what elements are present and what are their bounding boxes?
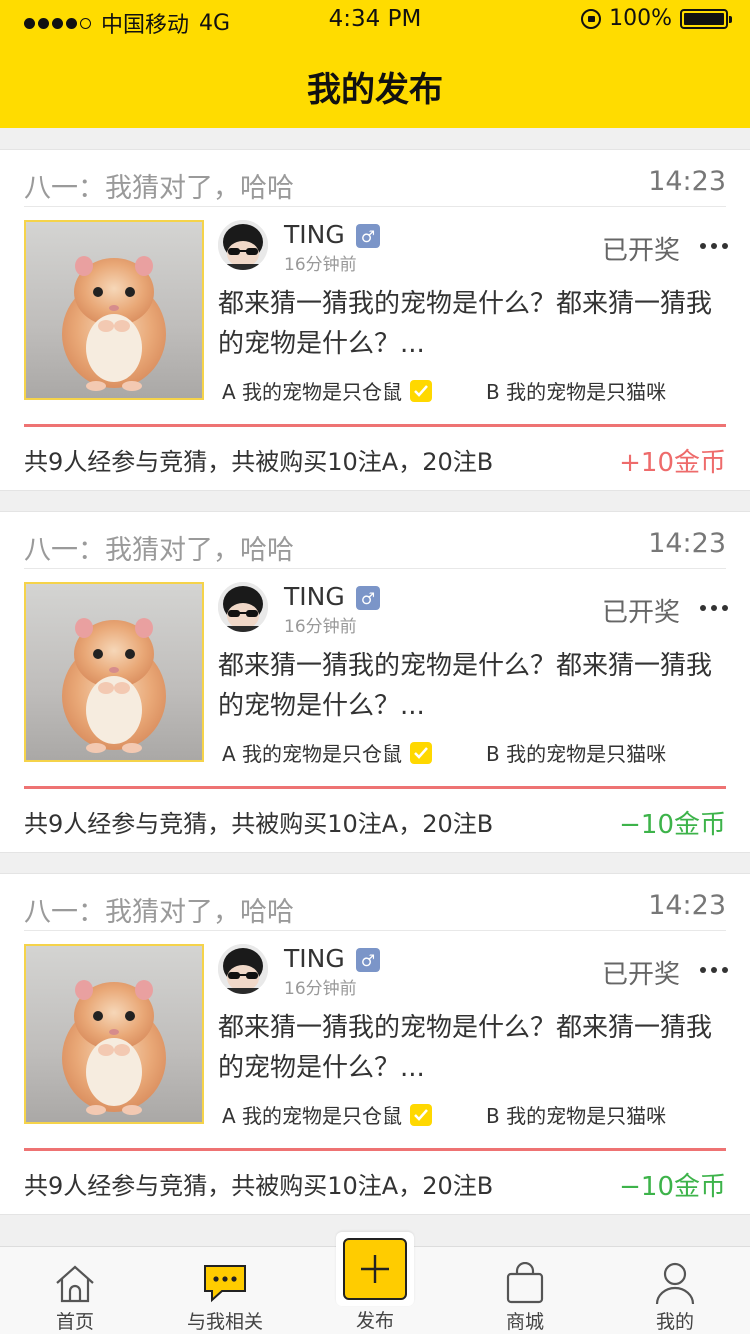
option-b: B 我的宠物是只猫咪	[486, 738, 666, 767]
divider	[24, 206, 726, 207]
avatar[interactable]	[218, 944, 268, 994]
tab-label: 与我相关	[186, 1311, 263, 1333]
page-title: 我的发布	[307, 70, 443, 110]
post-time: 14:23	[648, 166, 726, 197]
checkmark-icon	[410, 1103, 433, 1126]
tab-label: 我的	[655, 1311, 694, 1333]
user-icon	[652, 1261, 698, 1305]
more-options-button[interactable]	[700, 242, 728, 250]
rotation-lock-icon	[581, 8, 602, 29]
divider-red	[24, 424, 726, 427]
tab-home[interactable]: 首页	[0, 1247, 150, 1334]
more-options-button[interactable]	[700, 966, 728, 974]
coin-reward: −10金币	[619, 810, 726, 840]
pet-photo[interactable]	[24, 582, 204, 762]
tab-shop[interactable]: 商城	[450, 1247, 600, 1334]
header: 中国移动 4G 4:34 PM 100% 我的发布	[0, 0, 750, 128]
avatar[interactable]	[218, 220, 268, 270]
question-text: 都来猜一猜我的宠物是什么？都来猜一猜我的宠物是什么？...	[218, 289, 713, 359]
more-options-button[interactable]	[700, 604, 728, 612]
username[interactable]: TING	[284, 220, 345, 249]
post-card[interactable]: 八一：我猜对了，哈哈 14:23 TING ♂ 16分钟前 已开奖 都来猜一猜我…	[0, 511, 750, 853]
shopping-bag-icon	[502, 1261, 548, 1305]
post-card[interactable]: 八一：我猜对了，哈哈 14:23 TING ♂ 16分钟前 已开奖 都来猜一猜我…	[0, 149, 750, 491]
option-b-label: B 我的宠物是只猫咪	[486, 380, 667, 404]
checkmark-icon	[410, 741, 433, 764]
checkmark-icon	[410, 379, 433, 402]
tab-me[interactable]: 我的	[600, 1247, 750, 1334]
time-ago: 16分钟前	[284, 617, 357, 637]
home-icon	[52, 1261, 98, 1305]
participation-summary: 共9人经参与竞猜，共被购买10注A，20注B	[24, 1172, 494, 1200]
status-label: 已开奖	[601, 960, 680, 990]
post-title: 八一：我猜对了，哈哈	[24, 535, 294, 566]
divider	[24, 930, 726, 931]
publish-button[interactable]	[343, 1238, 407, 1300]
question-text: 都来猜一猜我的宠物是什么？都来猜一猜我的宠物是什么？...	[218, 1013, 713, 1083]
divider	[24, 568, 726, 569]
male-icon: ♂	[356, 224, 380, 248]
post-time: 14:23	[648, 528, 726, 559]
divider-red	[24, 1148, 726, 1151]
option-a: A 我的宠物是只仓鼠	[222, 738, 433, 767]
tab-label-publish: 发布	[355, 1310, 394, 1332]
option-b-label: B 我的宠物是只猫咪	[486, 1104, 667, 1128]
tab-label: 首页	[55, 1311, 94, 1333]
participation-summary: 共9人经参与竞猜，共被购买10注A，20注B	[24, 810, 494, 838]
option-b: B 我的宠物是只猫咪	[486, 1100, 666, 1129]
option-a-label: A 我的宠物是只仓鼠	[222, 1104, 403, 1128]
battery-percent: 100%	[609, 6, 672, 31]
post-title: 八一：我猜对了，哈哈	[24, 897, 294, 928]
option-a-label: A 我的宠物是只仓鼠	[222, 742, 403, 766]
status-label: 已开奖	[601, 598, 680, 628]
option-b-label: B 我的宠物是只猫咪	[486, 742, 667, 766]
avatar[interactable]	[218, 582, 268, 632]
option-b: B 我的宠物是只猫咪	[486, 376, 666, 405]
pet-photo[interactable]	[24, 944, 204, 1124]
plus-icon	[361, 1255, 389, 1283]
time-ago: 16分钟前	[284, 979, 357, 999]
tab-related[interactable]: 与我相关	[150, 1247, 300, 1334]
option-a: A 我的宠物是只仓鼠	[222, 376, 433, 405]
male-icon: ♂	[356, 948, 380, 972]
option-a-label: A 我的宠物是只仓鼠	[222, 380, 403, 404]
username[interactable]: TING	[284, 944, 345, 973]
username[interactable]: TING	[284, 582, 345, 611]
tab-label: 商城	[505, 1311, 544, 1333]
pet-photo[interactable]	[24, 220, 204, 400]
divider-red	[24, 786, 726, 789]
battery-icon	[680, 8, 732, 29]
participation-summary: 共9人经参与竞猜，共被购买10注A，20注B	[24, 448, 494, 476]
option-a: A 我的宠物是只仓鼠	[222, 1100, 433, 1129]
coin-reward: +10金币	[619, 448, 726, 478]
question-text: 都来猜一猜我的宠物是什么？都来猜一猜我的宠物是什么？...	[218, 651, 713, 721]
post-card[interactable]: 八一：我猜对了，哈哈 14:23 TING ♂ 16分钟前 已开奖 都来猜一猜我…	[0, 873, 750, 1215]
male-icon: ♂	[356, 586, 380, 610]
time-ago: 16分钟前	[284, 255, 357, 275]
post-title: 八一：我猜对了，哈哈	[24, 173, 294, 204]
status-label: 已开奖	[601, 236, 680, 266]
coin-reward: −10金币	[619, 1172, 726, 1202]
status-bar: 中国移动 4G 4:34 PM 100%	[0, 0, 750, 40]
post-time: 14:23	[648, 890, 726, 921]
chat-bubble-icon	[202, 1261, 248, 1305]
